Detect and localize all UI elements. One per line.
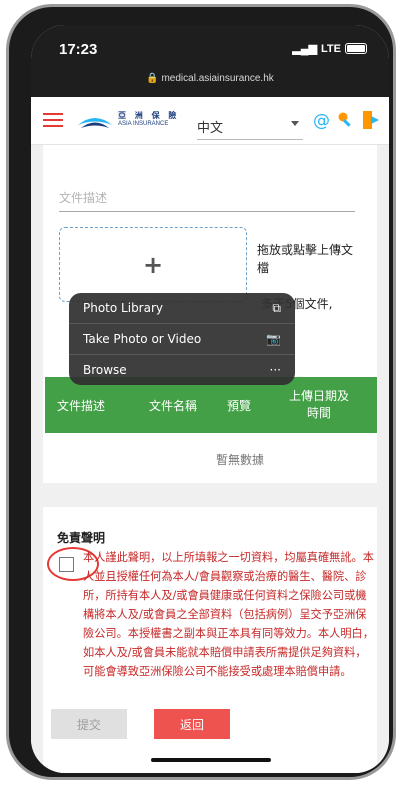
column-header-description: 文件描述 bbox=[57, 398, 106, 413]
file-description-input[interactable]: 文件描述 bbox=[59, 189, 355, 212]
column-header-filename: 文件名稱 bbox=[149, 398, 198, 413]
screen: 17:23 ▂▄▆ LTE 🔒 medical.asiainsurance.hk… bbox=[31, 25, 389, 773]
menu-item-label: Browse bbox=[83, 363, 127, 377]
camera-icon: 📷 bbox=[266, 332, 281, 346]
empty-table-text: 暫無數據 bbox=[215, 453, 264, 467]
url-text: medical.asiainsurance.hk bbox=[161, 73, 274, 84]
logo-icon bbox=[78, 118, 112, 128]
menu-item-take-photo[interactable]: Take Photo or Video 📷 bbox=[69, 324, 295, 355]
drop-hint-text: 拖放或點擊上傳文檔 bbox=[257, 243, 354, 275]
file-table-header: 文件描述 文件名稱 預覽 上傳日期及時間 bbox=[45, 377, 377, 433]
status-bar: 17:23 ▂▄▆ LTE 🔒 medical.asiainsurance.hk bbox=[31, 25, 389, 97]
plus-icon: + bbox=[142, 250, 164, 279]
submit-button[interactable]: 提交 bbox=[51, 709, 127, 739]
phone-frame: 17:23 ▂▄▆ LTE 🔒 medical.asiainsurance.hk… bbox=[6, 4, 396, 780]
main-content: 文件描述 + 拖放或點擊上傳文檔 多于5個文件, 文件描述 文件名稱 預覽 上傳… bbox=[31, 145, 389, 773]
home-indicator[interactable] bbox=[151, 758, 271, 762]
exit-icon[interactable] bbox=[362, 110, 380, 130]
at-icon[interactable]: @ bbox=[313, 111, 330, 131]
menu-item-label: Photo Library bbox=[83, 301, 164, 315]
menu-item-label: Take Photo or Video bbox=[83, 332, 202, 346]
address-bar[interactable]: 🔒 medical.asiainsurance.hk bbox=[31, 73, 389, 84]
battery-icon bbox=[345, 43, 367, 54]
disclaimer-text: 本人謹此聲明，以上所填報之一切資料，均屬真確無訛。本人並且授權任何為本人/會員觀… bbox=[83, 551, 374, 678]
lock-icon: 🔒 bbox=[146, 73, 159, 84]
column-header-preview: 預覽 bbox=[227, 398, 252, 413]
logo-english: ASIA INSURANCE bbox=[118, 121, 169, 127]
network-label: LTE bbox=[321, 42, 341, 55]
status-time: 17:23 bbox=[59, 41, 98, 58]
logo-chinese: 亞 洲 保 險 bbox=[118, 111, 180, 120]
photo-library-icon: ⧉ bbox=[272, 301, 281, 315]
back-button[interactable]: 返回 bbox=[154, 709, 230, 739]
upload-action-sheet: Photo Library ⧉ Take Photo or Video 📷 Br… bbox=[69, 293, 295, 385]
language-select[interactable]: 中文 bbox=[197, 117, 303, 140]
more-icon: ··· bbox=[269, 363, 281, 377]
disclaimer-title: 免責聲明 bbox=[57, 531, 106, 545]
signal-icon: ▂▄▆ bbox=[292, 43, 318, 55]
disclaimer-section: 免責聲明 本人謹此聲明，以上所填報之一切資料，均屬真確無訛。本人並且授權任何為本… bbox=[43, 507, 377, 773]
menu-item-photo-library[interactable]: Photo Library ⧉ bbox=[69, 293, 295, 324]
column-header-upload-date: 上傳日期及時間 bbox=[289, 389, 350, 420]
logo: 亞 洲 保 險 ASIA INSURANCE bbox=[118, 110, 179, 127]
network-status: ▂▄▆ LTE bbox=[292, 42, 367, 55]
upload-dropzone[interactable]: + bbox=[59, 227, 247, 302]
menu-item-browse[interactable]: Browse ··· bbox=[69, 355, 295, 385]
app-header: 亞 洲 保 險 ASIA INSURANCE 中文 @ bbox=[31, 97, 389, 145]
menu-icon[interactable] bbox=[43, 113, 63, 127]
key-icon[interactable] bbox=[337, 111, 355, 129]
chevron-down-icon[interactable] bbox=[291, 121, 299, 126]
